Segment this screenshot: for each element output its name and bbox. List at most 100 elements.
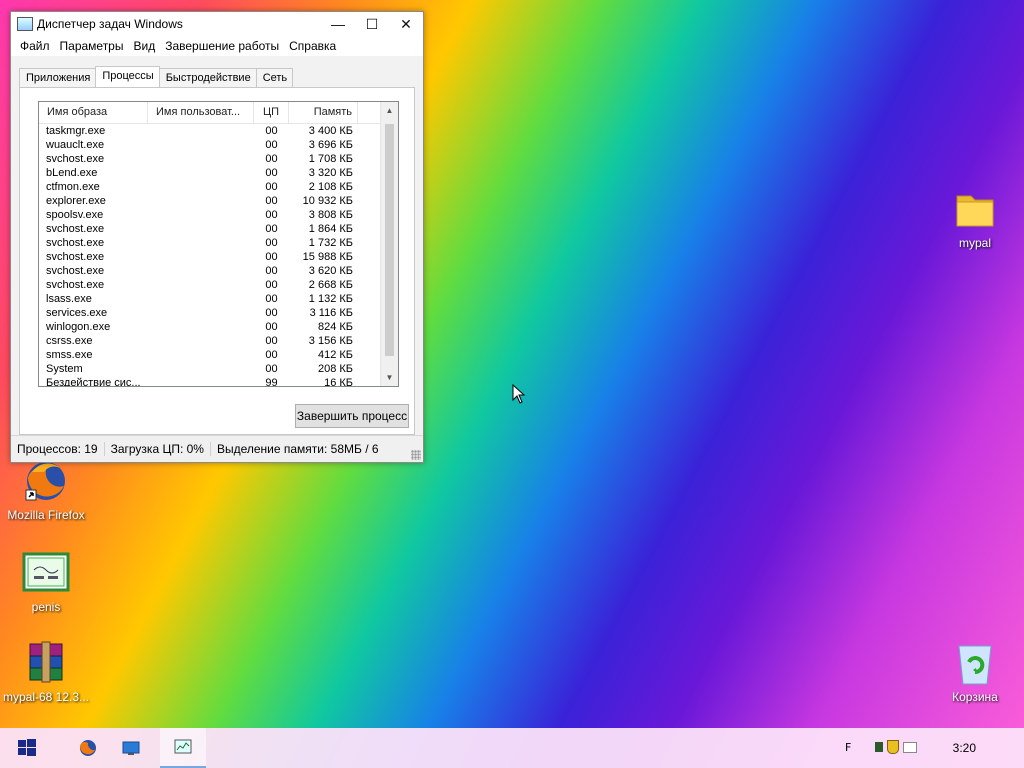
process-cpu: 00	[265, 237, 278, 249]
scroll-up-arrow-icon[interactable]: ▲	[381, 102, 398, 119]
table-row[interactable]: ctfmon.exe 00 2 108 КБ	[39, 180, 379, 194]
process-name: lsass.exe	[46, 293, 92, 305]
language-indicator[interactable]: F	[845, 741, 851, 754]
process-name: svchost.exe	[46, 237, 105, 249]
process-name: explorer.exe	[46, 195, 106, 207]
process-user	[148, 166, 254, 180]
process-name: svchost.exe	[46, 279, 105, 291]
table-row[interactable]: explorer.exe 00 10 932 КБ	[39, 194, 379, 208]
table-row[interactable]: svchost.exe 00 1 864 КБ	[39, 222, 379, 236]
process-name: wuauclt.exe	[46, 139, 105, 151]
table-row[interactable]: wuauclt.exe 00 3 696 КБ	[39, 138, 379, 152]
table-row[interactable]: Бездействие сис... 99 16 КБ	[39, 376, 379, 387]
process-name: bLend.exe	[46, 167, 98, 179]
processes-panel: Имя образа Имя пользоват... ЦП Память ta…	[19, 87, 415, 435]
minimize-button[interactable]: —	[321, 12, 355, 36]
process-cpu: 00	[265, 167, 278, 179]
desktop-icon-recycle-bin[interactable]: Корзина	[930, 640, 1020, 704]
title-bar[interactable]: Диспетчер задач Windows — ☐ ✕	[11, 12, 423, 36]
end-process-button[interactable]: Завершить процесс	[295, 404, 409, 428]
process-name: svchost.exe	[46, 251, 105, 263]
menu-view[interactable]: Вид	[128, 39, 160, 53]
process-memory: 824 КБ	[317, 321, 353, 333]
maximize-button[interactable]: ☐	[355, 12, 389, 36]
column-memory[interactable]: Память	[289, 102, 358, 123]
process-memory: 2 668 КБ	[308, 279, 353, 291]
table-row[interactable]: svchost.exe 00 3 620 КБ	[39, 264, 379, 278]
close-button[interactable]: ✕	[389, 12, 423, 36]
scroll-down-arrow-icon[interactable]: ▼	[381, 369, 398, 386]
tab-performance[interactable]: Быстродействие	[158, 68, 257, 87]
window-title: Диспетчер задач Windows	[37, 17, 183, 31]
task-manager-window[interactable]: Диспетчер задач Windows — ☐ ✕ Файл Парам…	[10, 11, 424, 463]
firefox-taskbar-button[interactable]	[65, 728, 111, 768]
process-name: csrss.exe	[46, 335, 93, 347]
tab-network[interactable]: Сеть	[255, 68, 294, 87]
process-cpu: 99	[265, 377, 278, 387]
tab-applications[interactable]: Приложения	[19, 68, 97, 87]
process-user	[148, 278, 254, 292]
process-memory: 1 732 КБ	[308, 237, 353, 249]
desktop-icon-mypal-archive[interactable]: mypal-68 12.3...	[1, 640, 91, 704]
process-cpu: 00	[265, 307, 278, 319]
vertical-scrollbar[interactable]: ▲ ▼	[380, 102, 398, 386]
table-row[interactable]: taskmgr.exe 00 3 400 КБ	[39, 124, 379, 138]
menu-options[interactable]: Параметры	[55, 39, 129, 53]
process-cpu: 00	[265, 153, 278, 165]
status-bar: Процессов: 19 Загрузка ЦП: 0% Выделение …	[11, 435, 423, 462]
menu-help[interactable]: Справка	[284, 39, 341, 53]
desktop-icon-mypal-folder[interactable]: mypal	[930, 186, 1020, 250]
desktop-icon-penis[interactable]: penis	[1, 550, 91, 614]
process-name: services.exe	[46, 307, 108, 319]
scroll-thumb[interactable]	[385, 124, 394, 356]
table-row[interactable]: winlogon.exe 00 824 КБ	[39, 320, 379, 334]
table-row[interactable]: services.exe 00 3 116 КБ	[39, 306, 379, 320]
table-row[interactable]: csrss.exe 00 3 156 КБ	[39, 334, 379, 348]
clock[interactable]: 3:20	[953, 728, 976, 768]
menu-shutdown[interactable]: Завершение работы	[160, 39, 284, 53]
desktop-icon-firefox[interactable]: Mozilla Firefox	[1, 458, 91, 522]
process-cpu: 00	[265, 251, 278, 263]
table-row[interactable]: svchost.exe 00 1 708 КБ	[39, 152, 379, 166]
firefox-icon	[22, 458, 70, 504]
start-button[interactable]	[4, 728, 50, 768]
windows-logo-icon	[18, 739, 36, 756]
process-cpu: 00	[265, 139, 278, 151]
process-list[interactable]: Имя образа Имя пользоват... ЦП Память ta…	[38, 101, 399, 387]
column-image-name[interactable]: Имя образа	[39, 102, 148, 123]
table-row[interactable]: bLend.exe 00 3 320 КБ	[39, 166, 379, 180]
process-user	[148, 124, 254, 138]
display-tray-icon[interactable]	[903, 741, 918, 753]
table-row[interactable]: svchost.exe 00 15 988 КБ	[39, 250, 379, 264]
process-cpu: 00	[265, 335, 278, 347]
process-user	[148, 194, 254, 208]
process-memory: 3 156 КБ	[308, 335, 353, 347]
network-tray-icon[interactable]	[875, 742, 884, 752]
process-name: Бездействие сис...	[46, 377, 141, 387]
process-name: svchost.exe	[46, 265, 105, 277]
table-row[interactable]: smss.exe 00 412 КБ	[39, 348, 379, 362]
desktop-taskbar-button[interactable]	[108, 728, 154, 768]
process-name: smss.exe	[46, 349, 93, 361]
table-row[interactable]: svchost.exe 00 1 732 КБ	[39, 236, 379, 250]
resize-grip-icon[interactable]	[411, 450, 421, 460]
table-row[interactable]: lsass.exe 00 1 132 КБ	[39, 292, 379, 306]
tab-processes[interactable]: Процессы	[95, 66, 160, 87]
table-row[interactable]: System 00 208 КБ	[39, 362, 379, 376]
menu-file[interactable]: Файл	[15, 39, 55, 53]
status-memory-commit: Выделение памяти: 58МБ / 6	[216, 442, 379, 456]
desktop-icon-label: mypal	[958, 236, 991, 250]
table-row[interactable]: svchost.exe 00 2 668 КБ	[39, 278, 379, 292]
table-row[interactable]: spoolsv.exe 00 3 808 КБ	[39, 208, 379, 222]
process-cpu: 00	[265, 125, 278, 137]
column-user-name[interactable]: Имя пользоват...	[148, 102, 254, 123]
process-user	[148, 236, 254, 250]
firefox-icon	[80, 740, 96, 756]
winrar-archive-icon	[22, 640, 70, 686]
process-cpu: 00	[265, 293, 278, 305]
column-cpu[interactable]: ЦП	[254, 102, 289, 123]
process-user	[148, 334, 254, 348]
security-shield-icon[interactable]	[887, 740, 900, 754]
process-memory: 1 132 КБ	[308, 293, 353, 305]
task-manager-taskbar-button[interactable]	[160, 728, 206, 768]
